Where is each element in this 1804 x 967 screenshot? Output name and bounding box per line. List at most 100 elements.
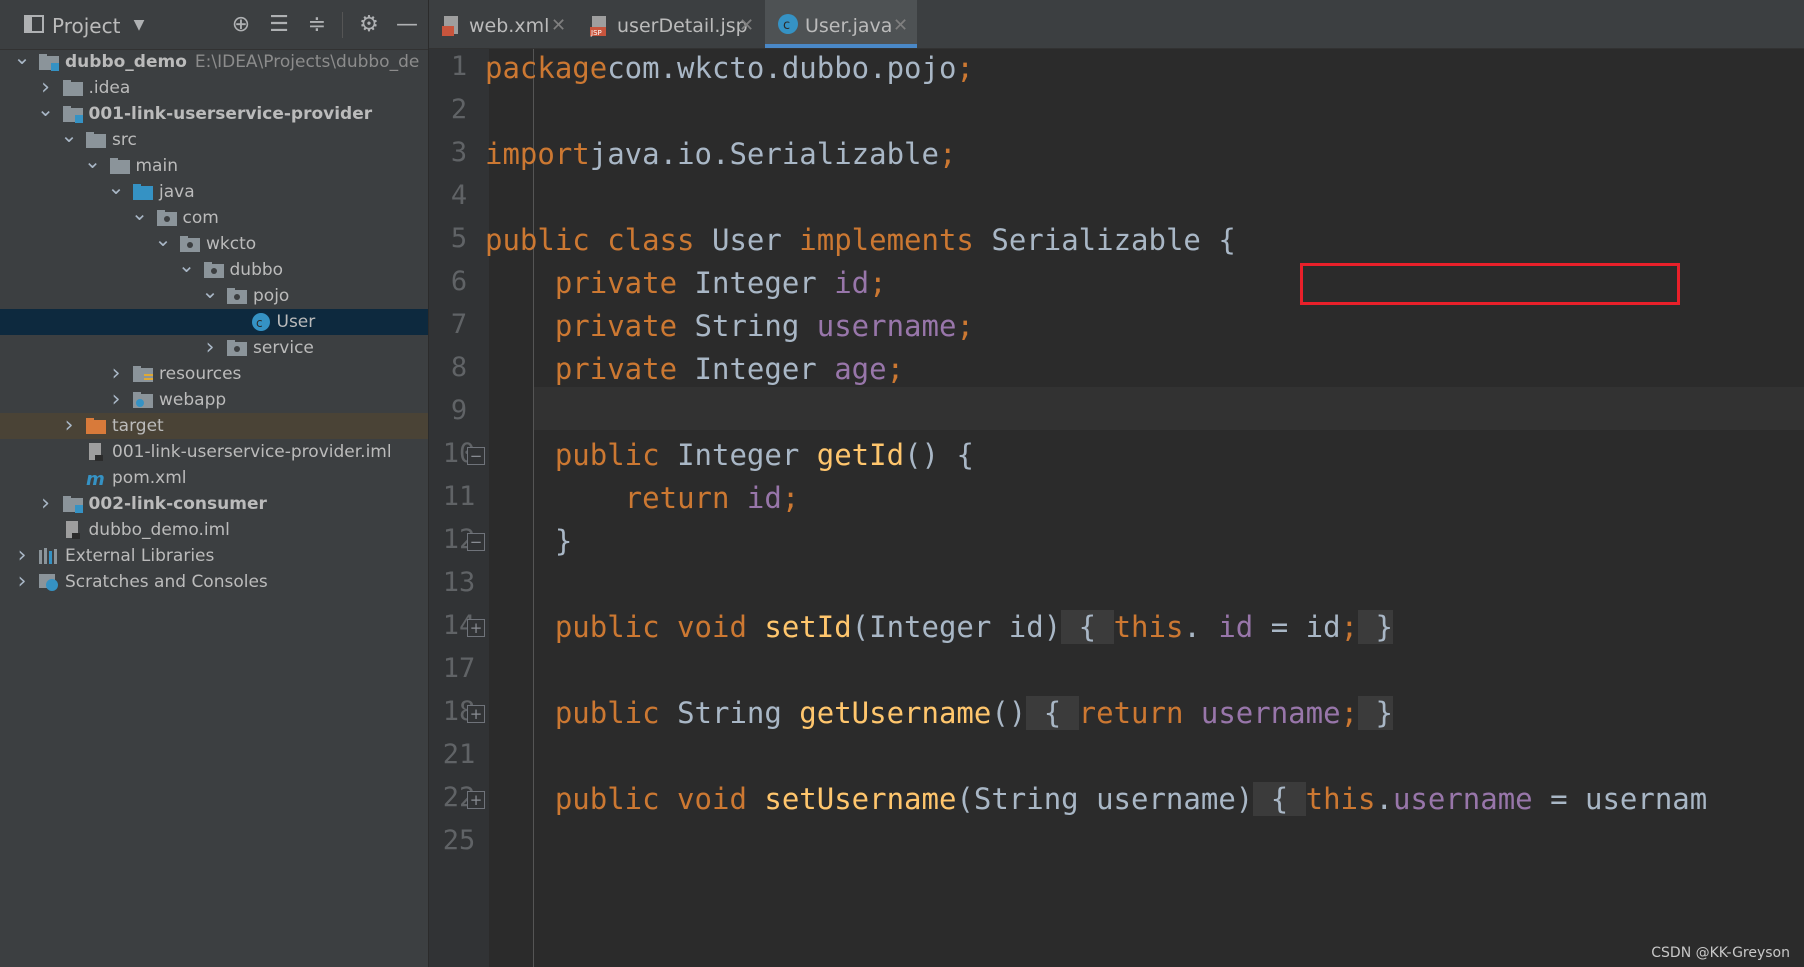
package-icon xyxy=(156,210,177,226)
web-folder-icon xyxy=(133,392,153,408)
fold-collapse-icon[interactable]: − xyxy=(467,447,485,465)
tree-item[interactable]: c User xyxy=(0,309,428,335)
chevron-down-icon[interactable]: ⌄ xyxy=(106,174,126,200)
code-line[interactable]: public void setId(Integer id) { this. id… xyxy=(485,602,1393,652)
fold-collapse-icon[interactable]: − xyxy=(467,533,485,551)
package-icon xyxy=(180,236,200,252)
jsp-file-icon: JSP xyxy=(590,16,606,37)
code-line[interactable]: } xyxy=(485,516,572,566)
tree-item-label: pojo xyxy=(253,286,290,306)
tab-label: User.java xyxy=(805,15,893,37)
tree-item[interactable]: ⌄ pojo xyxy=(0,279,428,309)
line-number: 7 xyxy=(450,309,468,340)
tree-item[interactable]: dubbo_demo.iml xyxy=(0,517,428,543)
code-line[interactable]: packagecom.wkcto.dubbo.pojo; xyxy=(485,49,974,93)
tree-item-label: 001-link-userservice-provider xyxy=(88,104,373,124)
module-folder-icon xyxy=(62,496,83,513)
xml-file-icon xyxy=(442,16,458,36)
chevron-down-icon[interactable]: ⌄ xyxy=(200,278,220,304)
tree-item[interactable]: ⌄ src xyxy=(0,123,428,153)
line-number: 21 xyxy=(442,739,476,770)
libraries-icon xyxy=(39,548,57,564)
collapse-all-icon[interactable]: ≑ xyxy=(302,10,332,40)
module-folder-icon xyxy=(39,54,59,71)
code-line[interactable]: public String getUsername() { return use… xyxy=(485,688,1393,738)
class-icon: c xyxy=(251,313,270,331)
tree-item[interactable]: › 002-link-consumer xyxy=(0,491,428,517)
chevron-right-icon[interactable]: › xyxy=(59,413,79,439)
gear-icon[interactable]: ⚙ xyxy=(354,10,384,40)
chevron-down-icon[interactable]: ⌄ xyxy=(177,252,197,278)
minimize-icon[interactable]: — xyxy=(392,10,422,40)
tree-item[interactable]: ⌄ main xyxy=(0,149,428,179)
chevron-down-icon[interactable]: ⌄ xyxy=(36,96,56,122)
code-editor[interactable]: 1 2 3 4 5 6 7 8 9 10 11 12 13 14 17 18 21 22 25 packagecom… xyxy=(429,49,1804,967)
tree-item[interactable]: › target xyxy=(0,413,428,439)
close-icon[interactable]: ✕ xyxy=(893,0,908,52)
svg-text:m: m xyxy=(86,469,105,487)
tree-item-label: src xyxy=(112,130,137,150)
tree-item-label: webapp xyxy=(159,390,227,410)
iml-file-icon xyxy=(65,521,80,539)
resources-folder-icon xyxy=(133,366,153,382)
expand-all-icon[interactable]: ☰ xyxy=(264,10,294,40)
tree-item-label: External Libraries xyxy=(65,546,215,566)
chevron-right-icon[interactable]: › xyxy=(106,361,126,387)
line-number: 5 xyxy=(450,223,468,254)
chevron-right-icon[interactable]: › xyxy=(200,335,220,361)
tab-label: userDetail.jsp xyxy=(617,15,748,37)
chevron-down-icon[interactable]: ⌄ xyxy=(153,226,173,252)
code-line[interactable]: public void setUsername(String username)… xyxy=(485,774,1707,824)
project-title[interactable]: Project xyxy=(52,14,120,38)
chevron-down-icon[interactable]: ▼ xyxy=(124,10,154,40)
chevron-down-icon[interactable]: ⌄ xyxy=(83,148,103,174)
chevron-down-icon[interactable]: ⌄ xyxy=(59,122,79,148)
tree-item[interactable]: ⌄ com xyxy=(0,201,428,231)
close-icon[interactable]: ✕ xyxy=(551,0,566,52)
tree-item[interactable]: ⌄ wkcto xyxy=(0,227,428,257)
tab-user-java[interactable]: c User.java ✕ xyxy=(765,0,917,48)
iml-file-icon xyxy=(89,443,103,461)
watermark: CSDN @KK-Greyson xyxy=(1651,945,1790,961)
locate-icon[interactable]: ⊕ xyxy=(226,10,256,40)
svg-text:c: c xyxy=(783,18,790,33)
fold-expand-icon[interactable]: + xyxy=(467,705,485,723)
class-icon: c xyxy=(778,14,798,34)
line-number: 13 xyxy=(442,567,476,598)
tree-item[interactable]: › webapp xyxy=(0,387,428,413)
fold-expand-icon[interactable]: + xyxy=(467,619,485,637)
tree-item-label: 002-link-consumer xyxy=(88,494,267,514)
chevron-down-icon[interactable]: ⌄ xyxy=(12,44,32,70)
tree-item[interactable]: › resources xyxy=(0,361,428,387)
tree-item-label: dubbo xyxy=(229,260,284,280)
chevron-right-icon[interactable]: › xyxy=(12,543,32,569)
fold-expand-icon[interactable]: + xyxy=(467,791,485,809)
tree-item-label: dubbo_demo.iml xyxy=(88,520,230,540)
tree-item-label: .idea xyxy=(88,78,131,98)
tree-item[interactable]: › Scratches and Consoles xyxy=(0,569,428,595)
tree-item[interactable]: ⌄ dubbo_demo E:\IDEA\Projects\dubbo_de xyxy=(0,45,428,75)
chevron-right-icon[interactable]: › xyxy=(106,387,126,413)
tab-userdetail-jsp[interactable]: JSP userDetail.jsp ✕ xyxy=(577,0,762,48)
tab-web-xml[interactable]: web.xml ✕ xyxy=(429,0,574,48)
module-folder-icon xyxy=(62,106,83,123)
folder-icon xyxy=(62,80,83,96)
code-line[interactable]: private Integer age; xyxy=(485,344,904,394)
chevron-right-icon[interactable]: › xyxy=(12,569,32,595)
tree-item[interactable]: ⌄ java xyxy=(0,175,428,205)
svg-text:c: c xyxy=(256,316,263,330)
chevron-right-icon[interactable]: › xyxy=(36,491,56,517)
tree-item[interactable]: 001-link-userservice-provider.iml xyxy=(0,439,428,465)
close-icon[interactable]: ✕ xyxy=(739,0,754,52)
tree-item[interactable]: › service xyxy=(0,335,428,361)
package-icon xyxy=(227,340,247,356)
tree-item[interactable]: m pom.xml xyxy=(0,465,428,491)
tree-item-label: 001-link-userservice-provider.iml xyxy=(112,442,392,462)
chevron-down-icon[interactable]: ⌄ xyxy=(130,200,150,226)
tree-item-label: User xyxy=(276,312,316,332)
tree-item-label: Scratches and Consoles xyxy=(65,572,268,592)
code-line[interactable]: importjava.io.Serializable; xyxy=(485,129,956,179)
tree-item[interactable]: › .idea xyxy=(0,75,428,101)
tree-item-label: wkcto xyxy=(206,234,257,254)
tree-item[interactable]: › External Libraries xyxy=(0,543,428,569)
